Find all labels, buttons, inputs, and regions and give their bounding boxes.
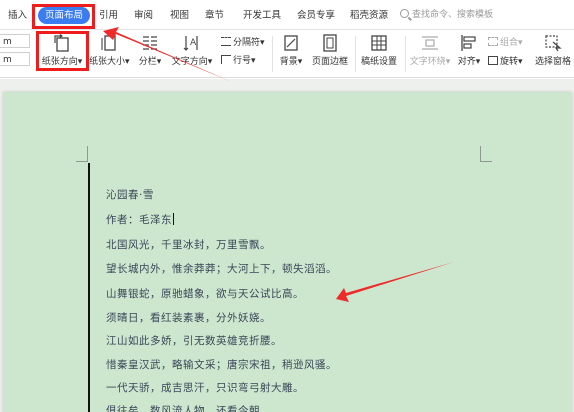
toolbar-separator (405, 36, 406, 72)
tab-resources[interactable]: 稻壳资源 (350, 7, 388, 24)
rotate-icon (488, 56, 498, 65)
background-label: 背景▾ (279, 57, 303, 67)
paper-size-icon (101, 35, 116, 51)
page-border-label: 页面边框 (311, 57, 348, 67)
page-border-icon (323, 34, 337, 52)
tab-review[interactable]: 审阅 (134, 7, 153, 24)
break-dropdown-icon: ▾ (260, 38, 265, 48)
line-number-button[interactable]: 行号▾ (221, 53, 256, 66)
corner-mark-top-left (76, 146, 88, 162)
poem-line[interactable]: 须晴日，看红装素裹，分外妖娆。 (106, 310, 271, 325)
margin-bottom-unit: m (3, 55, 12, 65)
break-icon (221, 37, 231, 46)
break-button[interactable]: 分隔符▾ (221, 35, 265, 48)
align-icon (461, 35, 476, 51)
page-orientation-icon (54, 34, 69, 52)
text-wrap-label: 文字环绕▾ (409, 57, 451, 67)
poem-author[interactable]: 作者：毛泽东 (106, 212, 174, 227)
manuscript-grid-icon (371, 35, 387, 51)
ribbon-toolbar: m m 纸张方向▾ 纸张大小▾ 分栏▾ A 文字方向▾ 分隔符▾ 行号▾ 背景▾… (0, 30, 574, 78)
group-label: 组合 (500, 38, 519, 48)
corner-mark-top-right (480, 146, 492, 162)
line-number-icon (221, 55, 231, 64)
poem-title[interactable]: 沁园春·雪 (106, 187, 154, 202)
manuscript-button[interactable]: 稿纸设置 (358, 30, 400, 78)
text-wrap-icon (422, 36, 438, 50)
poem-line[interactable]: 山舞银蛇，原驰蜡象，欲与天公试比高。 (106, 286, 304, 301)
columns-button[interactable]: 分栏▾ (136, 30, 164, 78)
tab-page-layout[interactable]: 页面布局 (38, 7, 91, 24)
orientation-button[interactable]: 纸张方向▾ (38, 30, 86, 78)
tab-member[interactable]: 会员专享 (297, 7, 335, 24)
margin-bottom-field[interactable]: m (0, 52, 30, 66)
columns-icon (143, 36, 157, 50)
group-dropdown-icon: ▾ (518, 38, 523, 48)
background-icon (284, 35, 298, 51)
search-placeholder: 查找命令、搜索模板 (412, 10, 494, 20)
text-direction-label: 文字方向▾ (171, 57, 213, 67)
rotate-label: 旋转 (500, 57, 519, 67)
text-direction-button[interactable]: A 文字方向▾ (170, 30, 214, 78)
text-direction-icon: A (183, 36, 198, 51)
tab-reference[interactable]: 引用 (99, 7, 118, 24)
break-label: 分隔符 (233, 38, 261, 48)
toolbar-separator (355, 36, 356, 72)
line-number-label: 行号 (233, 56, 252, 66)
tab-developer[interactable]: 开发工具 (243, 7, 281, 24)
text-wrap-button[interactable]: 文字环绕▾ (408, 30, 452, 78)
paper-size-button[interactable]: 纸张大小▾ (89, 30, 130, 78)
menu-bar: 插入 页面布局 引用 审阅 视图 章节 开发工具 会员专享 稻壳资源 查找命令、… (0, 0, 574, 30)
poem-line[interactable]: 俱往矣，数风流人物，还看今朝。 (106, 403, 271, 412)
line-number-dropdown-icon: ▾ (251, 56, 256, 66)
tab-view[interactable]: 视图 (170, 7, 189, 24)
command-search[interactable]: 查找命令、搜索模板 (400, 7, 493, 24)
poem-line[interactable]: 江山如此多娇，引无数英雄竞折腰。 (106, 333, 282, 348)
selection-pane-button[interactable]: 选择窗格 (532, 30, 574, 78)
rotate-dropdown-icon: ▾ (518, 57, 523, 67)
rotate-button[interactable]: 旋转▾ (488, 54, 523, 67)
toolbar-separator (272, 36, 273, 72)
align-button[interactable]: 对齐▾ (456, 30, 482, 78)
paper-size-label: 纸张大小▾ (89, 57, 130, 67)
tab-section[interactable]: 章节 (205, 7, 224, 24)
background-button[interactable]: 背景▾ (276, 30, 306, 78)
selection-pane-icon (545, 35, 562, 52)
selection-pane-label: 选择窗格 (534, 57, 571, 67)
poem-line[interactable]: 惜秦皇汉武，略输文采；唐宗宋祖，稍逊风骚。 (106, 357, 337, 372)
search-icon (400, 9, 409, 18)
manuscript-label: 稿纸设置 (360, 57, 397, 67)
text-margin-line (88, 163, 90, 412)
group-button[interactable]: 组合▾ (488, 35, 523, 48)
page-border-button[interactable]: 页面边框 (310, 30, 350, 78)
text-caret (173, 213, 174, 225)
poem-line[interactable]: 望长城内外，惟余莽莽；大河上下，顿失滔滔。 (106, 261, 337, 276)
svg-text:A: A (190, 38, 197, 48)
poem-line[interactable]: 北国风光，千里冰封，万里雪飘。 (106, 237, 271, 252)
margin-top-field[interactable]: m (0, 34, 30, 48)
tab-insert[interactable]: 插入 (8, 7, 27, 24)
columns-label: 分栏▾ (138, 57, 162, 67)
margin-top-unit: m (3, 37, 12, 47)
align-label: 对齐▾ (457, 57, 481, 67)
group-icon (488, 37, 498, 46)
poem-line[interactable]: 一代天骄，成吉思汗，只识弯弓射大雕。 (106, 380, 304, 395)
orientation-label: 纸张方向▾ (41, 57, 83, 67)
